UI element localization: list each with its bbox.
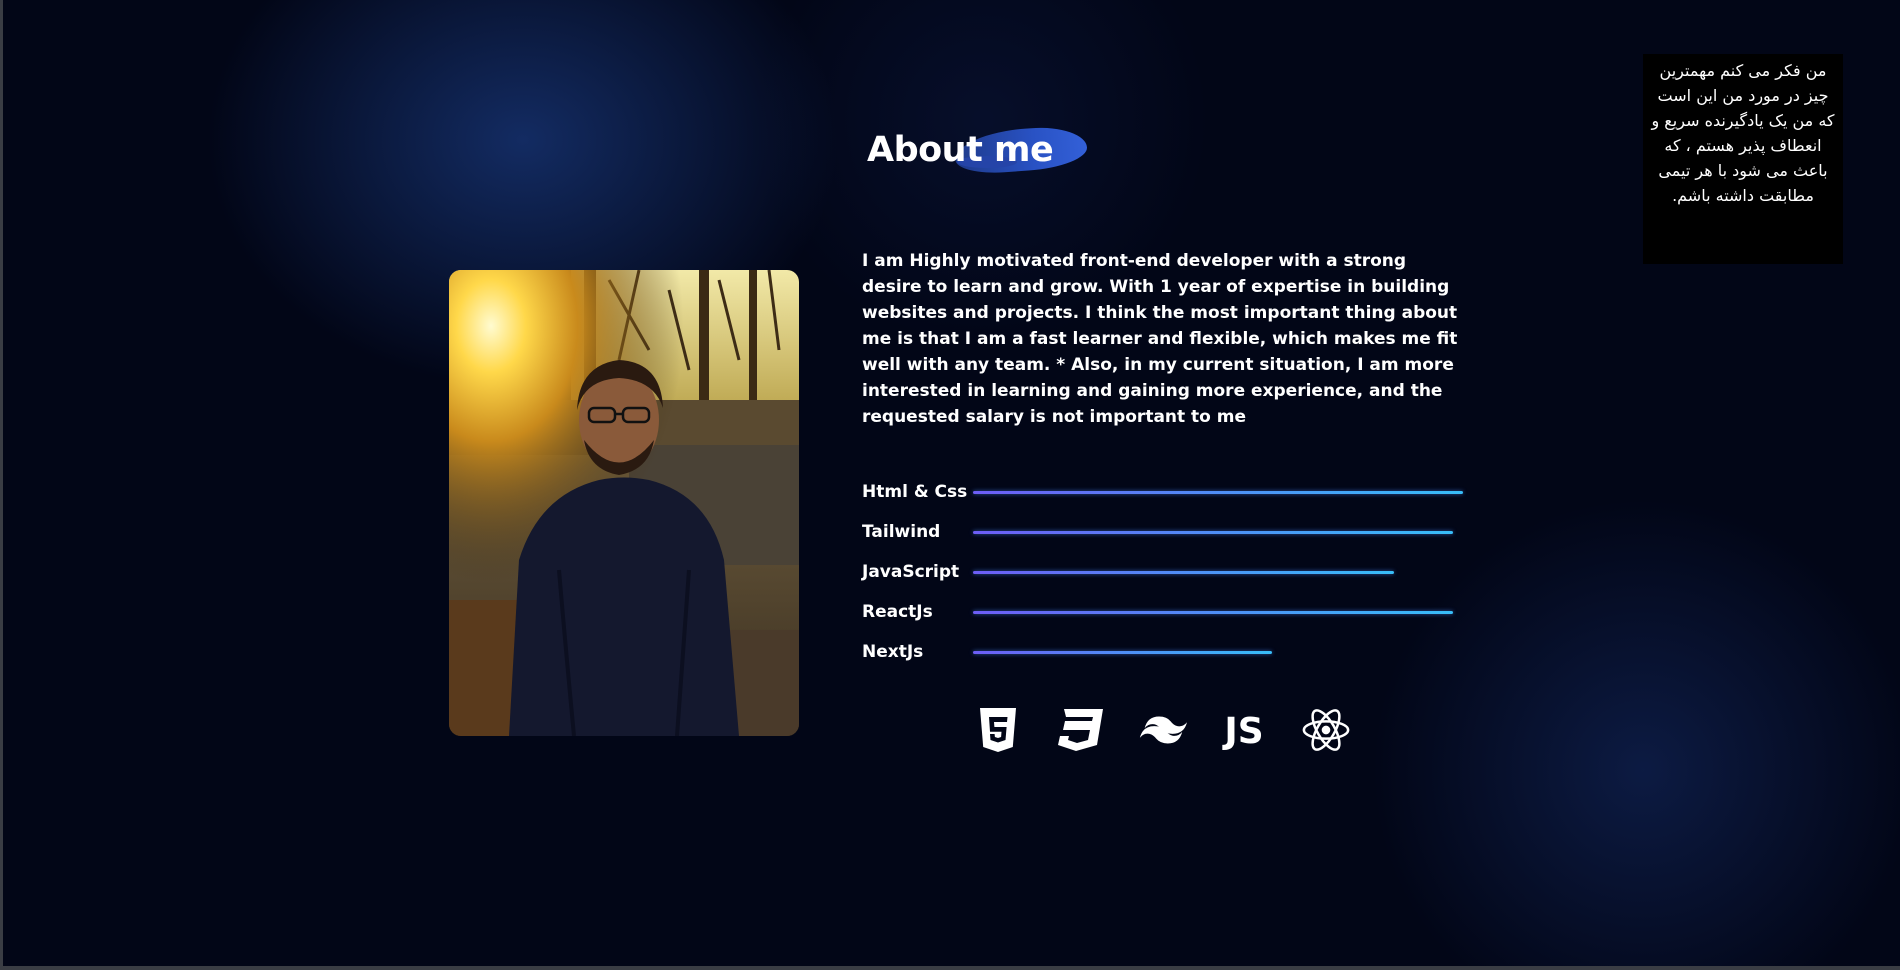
html5-icon: [973, 705, 1023, 755]
skill-track: [973, 650, 1463, 654]
title-wrap: About me: [867, 120, 1089, 180]
skill-javascript: JavaScript: [862, 552, 1472, 592]
skill-track: [973, 530, 1463, 534]
persian-note: من فکر می کنم مهمترین چیز در مورد من این…: [1643, 54, 1843, 264]
skill-label: Html & Css: [862, 482, 968, 502]
skill-label: ReactJs: [862, 602, 933, 622]
skill-tailwind: Tailwind: [862, 512, 1472, 552]
about-section: About me I am Highly motivated front-end…: [0, 0, 1900, 966]
skill-track: [973, 570, 1463, 574]
tech-icons: JS: [973, 705, 1351, 755]
skill-nextjs: NextJs: [862, 632, 1472, 672]
skill-bar: [973, 530, 1454, 534]
css3-icon: [1055, 705, 1105, 755]
javascript-icon: JS: [1219, 705, 1269, 755]
skill-label: Tailwind: [862, 522, 941, 542]
tailwind-icon: [1137, 705, 1187, 755]
skill-bar: [973, 490, 1463, 494]
skill-label: NextJs: [862, 642, 924, 662]
svg-text:JS: JS: [1221, 711, 1263, 750]
skill-bar: [973, 610, 1454, 614]
skill-reactjs: ReactJs: [862, 592, 1472, 632]
skills-list: Html & Css Tailwind JavaScript ReactJs N…: [862, 472, 1472, 672]
skill-track: [973, 490, 1463, 494]
about-description: I am Highly motivated front-end develope…: [862, 251, 1458, 427]
skill-html-css: Html & Css: [862, 472, 1472, 512]
skill-track: [973, 610, 1463, 614]
page-title: About me: [867, 130, 1054, 170]
react-icon: [1301, 705, 1351, 755]
window-bottom-edge: [0, 966, 1900, 970]
skill-bar: [973, 650, 1272, 654]
skill-label: JavaScript: [862, 562, 960, 582]
profile-photo: [449, 270, 799, 736]
skill-bar: [973, 570, 1395, 574]
